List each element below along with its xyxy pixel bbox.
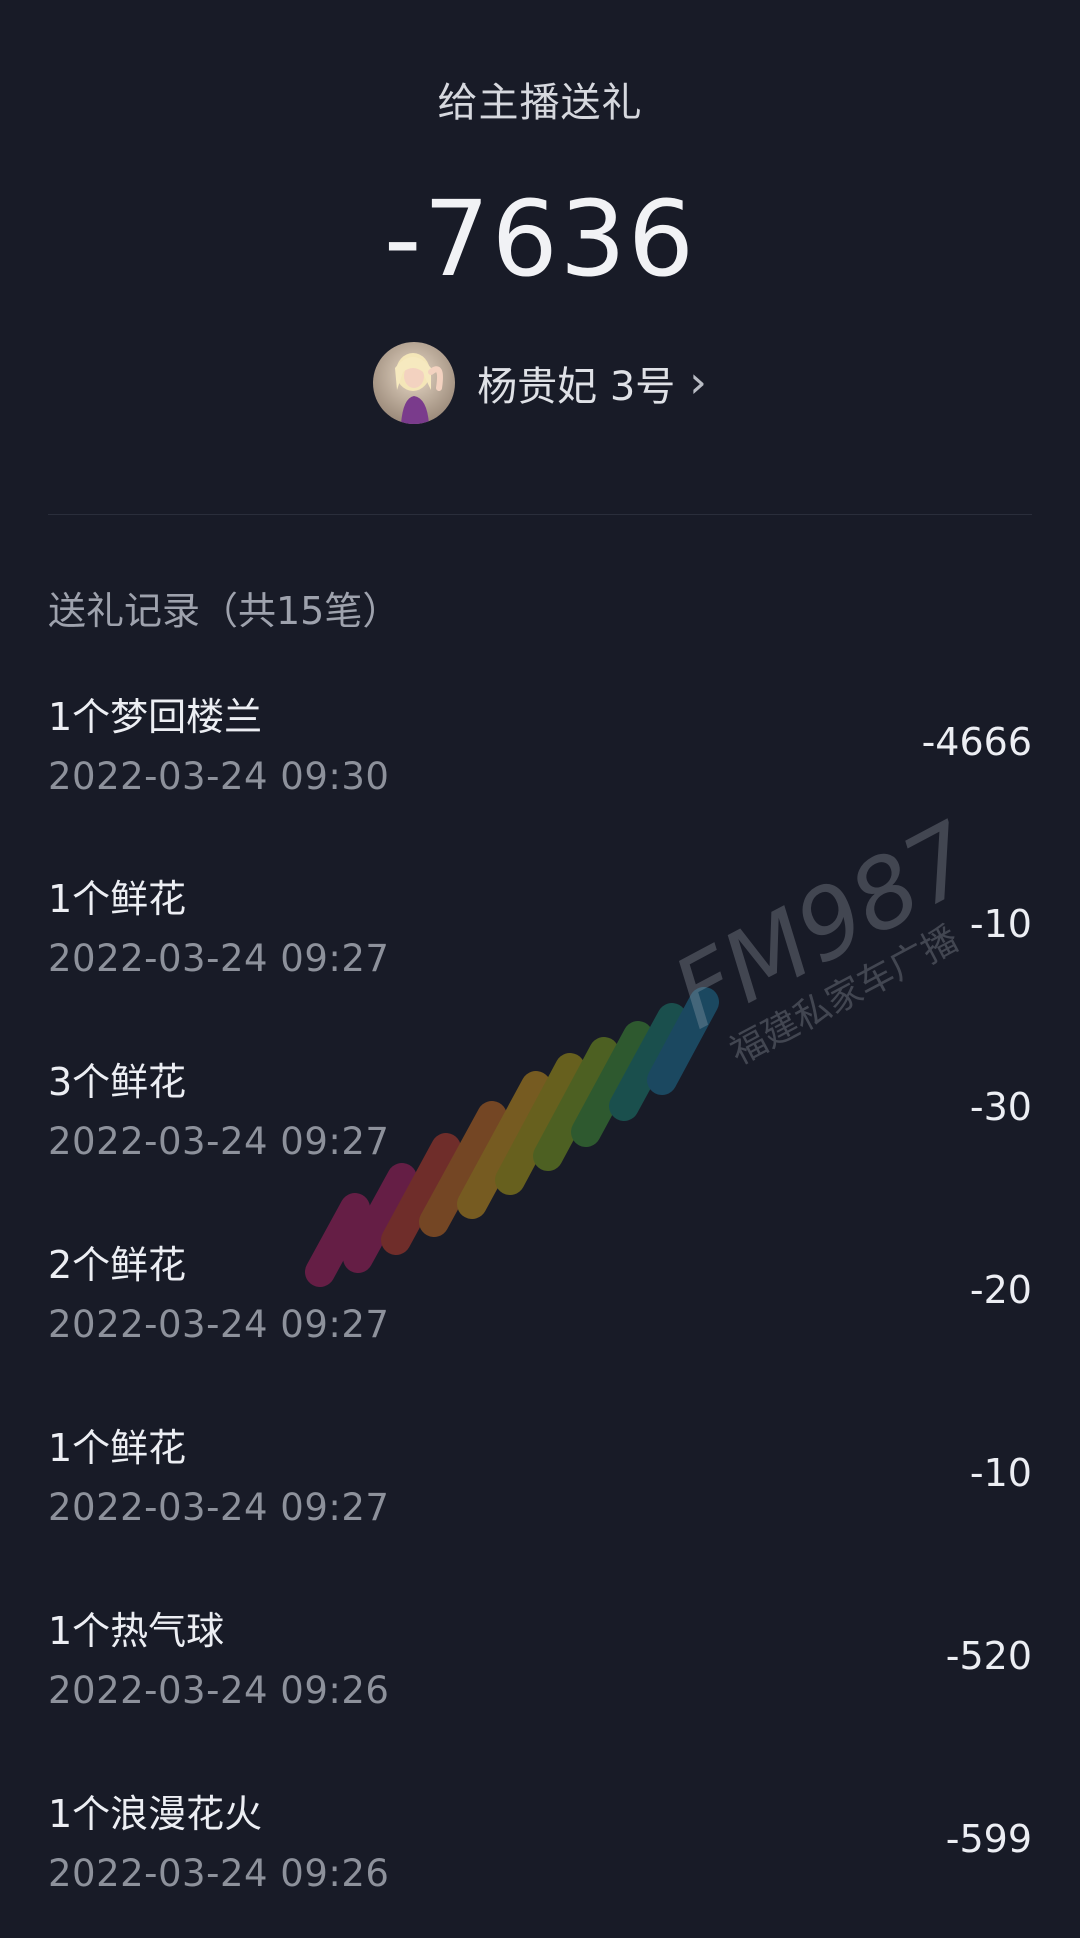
list-item[interactable]: 1个浪漫花火 2022-03-24 09:26 -599 (0, 1777, 1080, 1927)
gift-name: 1个热气球 (48, 1609, 225, 1653)
gift-time: 2022-03-24 09:27 (48, 1120, 390, 1163)
streamer-profile-link[interactable]: 杨贵妃 3号 › (0, 342, 1080, 424)
gift-time: 2022-03-24 09:27 (48, 937, 390, 980)
gift-amount: -520 (945, 1634, 1032, 1678)
gift-amount: -20 (969, 1268, 1032, 1312)
gift-time: 2022-03-24 09:27 (48, 1303, 390, 1346)
divider (48, 514, 1032, 515)
gift-name: 1个鲜花 (48, 1426, 187, 1470)
gift-history-page: 给主播送礼 -7636 杨贵妃 3号 › 送礼记录（共15笔） 1个梦回楼兰 2… (0, 0, 1080, 1938)
page-title: 给主播送礼 (437, 80, 643, 126)
gift-name: 1个梦回楼兰 (48, 695, 263, 739)
gift-amount: -10 (969, 902, 1032, 946)
list-item[interactable]: 1个鲜花 2022-03-24 09:27 -10 (0, 1411, 1080, 1561)
gift-name: 3个鲜花 (48, 1060, 187, 1104)
gift-amount: -4666 (921, 720, 1032, 764)
chevron-right-icon: › (689, 357, 707, 408)
list-item[interactable]: 1个梦回楼兰 2022-03-24 09:30 -4666 (0, 680, 1080, 830)
gift-amount: -599 (945, 1817, 1032, 1861)
gift-time: 2022-03-24 09:27 (48, 1486, 390, 1529)
total-amount: -7636 (383, 178, 697, 300)
gift-time: 2022-03-24 09:30 (48, 755, 390, 798)
gift-name: 1个鲜花 (48, 877, 187, 921)
gift-amount: -30 (969, 1085, 1032, 1129)
list-item[interactable]: 2个鲜花 2022-03-24 09:27 -20 (0, 1228, 1080, 1378)
gift-time: 2022-03-24 09:26 (48, 1852, 390, 1895)
gift-time: 2022-03-24 09:26 (48, 1669, 390, 1712)
records-header: 送礼记录（共15笔） (48, 589, 401, 633)
list-item[interactable]: 3个鲜花 2022-03-24 09:27 -30 (0, 1045, 1080, 1195)
gift-amount: -10 (969, 1451, 1032, 1495)
gift-name: 2个鲜花 (48, 1243, 187, 1287)
gift-name: 1个浪漫花火 (48, 1792, 263, 1836)
list-item[interactable]: 1个热气球 2022-03-24 09:26 -520 (0, 1594, 1080, 1744)
streamer-name: 杨贵妃 3号 (477, 364, 676, 410)
streamer-avatar[interactable] (373, 342, 456, 424)
list-item[interactable]: 1个鲜花 2022-03-24 09:27 -10 (0, 862, 1080, 1012)
